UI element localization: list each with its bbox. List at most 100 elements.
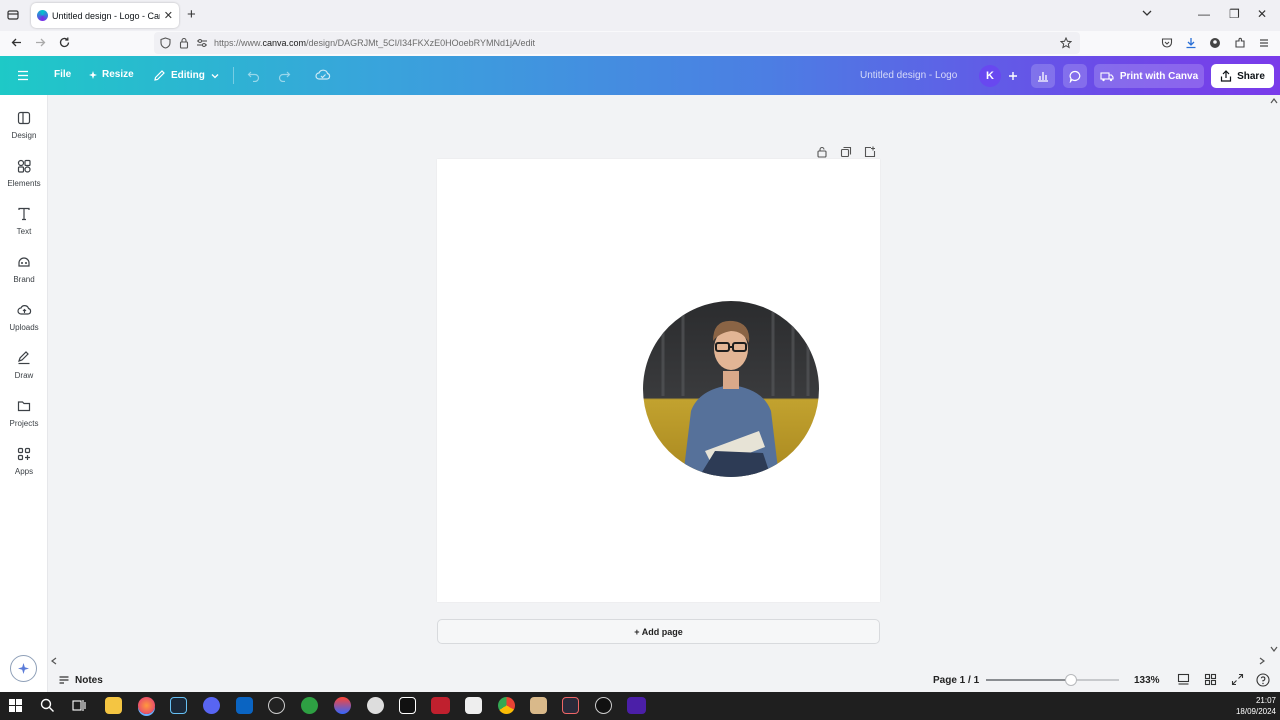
grid-view-icon[interactable] <box>1204 673 1217 686</box>
mail-icon[interactable] <box>236 697 253 714</box>
lock-page-icon[interactable] <box>816 146 828 158</box>
sidebar-item-projects[interactable]: Projects <box>0 399 48 443</box>
pen-icon <box>17 351 31 365</box>
cloud-save-icon[interactable] <box>315 68 331 82</box>
back-arrow-icon[interactable] <box>10 36 23 49</box>
zoom-slider-handle[interactable] <box>1065 674 1078 686</box>
apps-icon <box>17 447 31 461</box>
url-text[interactable]: https://www.canva.com/design/DAGRJMt_5CI… <box>214 38 535 48</box>
design-title[interactable]: Untitled design - Logo <box>860 70 957 81</box>
steam-icon[interactable] <box>170 697 187 714</box>
help-icon[interactable] <box>1256 673 1270 687</box>
add-page-button[interactable]: + Add page <box>437 619 880 644</box>
minimize-button[interactable]: — <box>1198 7 1210 21</box>
address-bar[interactable]: https://www.canva.com/design/DAGRJMt_5CI… <box>154 32 1080 54</box>
lock-icon[interactable] <box>179 37 189 49</box>
window-close-button[interactable]: ✕ <box>1257 7 1267 21</box>
new-tab-button[interactable]: + <box>187 6 196 23</box>
add-page-icon[interactable] <box>864 146 876 158</box>
file-menu-button[interactable]: File <box>54 69 71 80</box>
discord-icon[interactable] <box>203 697 220 714</box>
tab-close-icon[interactable]: ✕ <box>164 9 173 22</box>
app-icon-17[interactable] <box>627 697 646 714</box>
avatar[interactable]: K <box>979 65 1001 87</box>
notes-icon <box>58 674 70 686</box>
brand-icon <box>17 255 31 269</box>
capcut-icon[interactable] <box>465 697 482 714</box>
tab-title: Untitled design - Logo - Canva <box>52 10 160 21</box>
downloads-icon[interactable] <box>1185 37 1197 49</box>
bottom-bar: Notes Page 1 / 1 133% <box>48 667 1280 692</box>
sidebar-item-elements[interactable]: Elements <box>0 159 48 203</box>
permissions-icon[interactable] <box>196 37 208 49</box>
sidebar-item-brand[interactable]: Brand <box>0 255 48 299</box>
app-menu-icon[interactable] <box>1258 37 1270 49</box>
app-icon-11[interactable] <box>431 697 450 714</box>
horizontal-scrollbar[interactable] <box>48 655 1268 667</box>
app-icon-14[interactable] <box>530 697 547 714</box>
chrome-icon[interactable] <box>498 697 515 714</box>
davinci-resolve-icon[interactable] <box>562 697 579 714</box>
magic-assistant-button[interactable] <box>10 655 37 682</box>
redo-icon[interactable] <box>278 69 291 82</box>
search-icon[interactable] <box>40 698 55 713</box>
design-page[interactable] <box>437 159 880 602</box>
pencil-icon <box>153 69 166 82</box>
editing-mode-dropdown[interactable]: Editing <box>153 69 220 82</box>
share-button[interactable]: Share <box>1211 64 1274 88</box>
notes-button[interactable]: Notes <box>58 674 103 686</box>
system-clock[interactable]: 21:07 18/09/2024 <box>1236 695 1276 717</box>
duplicate-page-icon[interactable] <box>840 146 852 158</box>
bookmark-star-icon[interactable] <box>1060 37 1072 49</box>
firefox-icon[interactable] <box>138 697 155 714</box>
sidebar-item-design[interactable]: Design <box>0 111 48 155</box>
undo-icon[interactable] <box>247 69 260 82</box>
sparkle-icon <box>17 662 30 675</box>
xbox-icon[interactable] <box>301 697 318 714</box>
bar-chart-icon <box>1037 70 1049 82</box>
reload-icon[interactable] <box>58 36 71 49</box>
comments-button[interactable] <box>1063 64 1087 88</box>
sidebar-item-uploads[interactable]: Uploads <box>0 303 48 347</box>
header-divider <box>233 67 234 84</box>
add-collaborator-button[interactable] <box>1003 65 1023 87</box>
hamburger-icon[interactable] <box>17 70 29 81</box>
zoom-slider[interactable] <box>986 674 1119 686</box>
app-icon-9[interactable] <box>367 697 384 714</box>
file-explorer-icon[interactable] <box>105 697 122 714</box>
print-with-canva-button[interactable]: Print with Canva <box>1094 64 1204 88</box>
app-icon-8[interactable] <box>334 697 351 714</box>
vertical-scrollbar[interactable] <box>1268 95 1280 658</box>
sidebar-item-draw[interactable]: Draw <box>0 351 48 395</box>
sidebar-item-label: Apps <box>14 467 34 476</box>
pocket-icon[interactable] <box>1161 37 1173 49</box>
zoom-percent[interactable]: 133% <box>1134 675 1160 686</box>
windows-taskbar: 21:07 18/09/2024 <box>0 692 1280 720</box>
tab-overflow-chevron-icon[interactable] <box>1141 7 1153 19</box>
sidebar-item-label: Draw <box>14 371 34 380</box>
browser-tab-active[interactable]: Untitled design - Logo - Canva ✕ <box>31 3 179 28</box>
zoom-slider-fill <box>986 679 1072 681</box>
page-view-icon[interactable] <box>1177 673 1190 686</box>
app-icon-16[interactable] <box>595 697 612 714</box>
forward-arrow-icon[interactable] <box>34 36 47 49</box>
app-icon-10[interactable] <box>399 697 416 714</box>
windows-start-icon[interactable] <box>9 699 22 712</box>
insights-button[interactable] <box>1031 64 1055 88</box>
resize-button[interactable]: Resize <box>89 69 134 80</box>
task-view-icon[interactable] <box>72 699 86 712</box>
shield-icon[interactable] <box>160 37 171 49</box>
obs-icon[interactable] <box>268 697 285 714</box>
fullscreen-icon[interactable] <box>1231 673 1244 686</box>
browser-navigation-bar: https://www.canva.com/design/DAGRJMt_5CI… <box>0 31 1280 56</box>
tab-list-icon[interactable] <box>6 8 20 22</box>
portrait-photo[interactable] <box>643 301 819 477</box>
sidebar-item-apps[interactable]: Apps <box>0 447 48 491</box>
restore-button[interactable]: ❐ <box>1229 7 1240 21</box>
sidebar-item-label: Text <box>16 227 32 236</box>
page-indicator[interactable]: Page 1 / 1 <box>933 675 979 686</box>
account-icon[interactable] <box>1209 37 1221 49</box>
sidebar-item-text[interactable]: Text <box>0 207 48 251</box>
notes-label: Notes <box>75 674 103 686</box>
extensions-icon[interactable] <box>1234 37 1246 49</box>
